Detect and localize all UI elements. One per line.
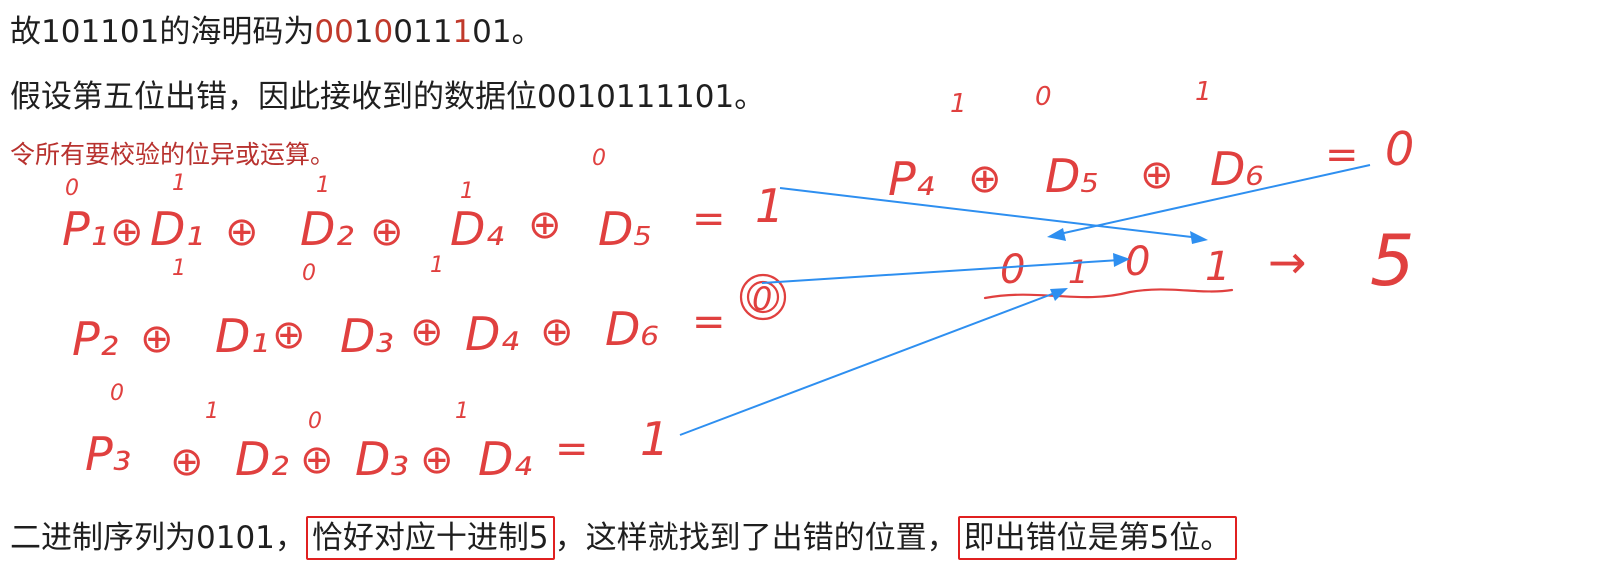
result-bit-3: 1: [1205, 244, 1230, 290]
eq2-term-3: ⊕: [272, 312, 306, 358]
handwritten-eq2: P₂ ⊕ D₁ ⊕ D₃ ⊕ D₄ ⊕ D₆ = 0 1 0 1: [72, 253, 787, 366]
result-decimal: 5: [1370, 220, 1415, 302]
handwritten-eq4: P₄ ⊕ D₅ ⊕ D₆ = 0 1 0 1: [888, 77, 1414, 206]
handwritten-result: 0 1 0 1 → 5: [983, 220, 1415, 302]
result-bit-0: 0: [1000, 247, 1025, 293]
arrow-eq3-to-result: [679, 290, 1061, 436]
arrowhead-3: [1050, 288, 1068, 301]
eq1-term-2: D₁: [150, 202, 204, 256]
eq1-term-0: P₁: [62, 202, 108, 256]
eq3-term-2: D₂: [235, 432, 289, 486]
eq3-term-0: P₃: [85, 427, 131, 481]
eq4-bit-1: 0: [1035, 82, 1052, 112]
eq1-bit-2: 1: [316, 173, 330, 198]
eq4-term-0: P₄: [888, 152, 934, 206]
eq3-bit-2: 0: [308, 409, 322, 434]
eq1-bit-4: 0: [592, 146, 606, 171]
eq3-term-6: D₄: [478, 432, 532, 486]
eq2-bit-1: 0: [302, 261, 316, 286]
eq3-bit-3: 1: [455, 399, 469, 424]
eq2-equals: =: [692, 299, 726, 345]
handwritten-eq3: P₃ ⊕ D₂ ⊕ D₃ ⊕ D₄ = 1 0 1 0 1: [85, 381, 669, 486]
eq3-equals: =: [555, 426, 589, 472]
eq2-term-1: ⊕: [140, 316, 174, 362]
eq2-term-8: D₆: [605, 302, 659, 356]
eq3-bit-0: 0: [110, 381, 124, 406]
eq1-bit-3: 1: [460, 179, 474, 204]
eq4-bit-2: 1: [1195, 77, 1212, 107]
result-arrow: →: [1268, 235, 1307, 289]
eq1-term-6: D₄: [450, 202, 504, 256]
eq2-bit-2: 1: [430, 253, 444, 278]
handwritten-eq1: P₁ ⊕ D₁ ⊕ D₂ ⊕ D₄ ⊕ D₅ = 1 0 1 1 1 0: [62, 146, 784, 256]
eq1-bit-1: 1: [172, 171, 186, 196]
eq4-result: 0: [1385, 122, 1414, 176]
arrowhead-4: [1047, 228, 1066, 241]
eq1-term-1: ⊕: [110, 209, 144, 255]
result-bit-2: 0: [1125, 239, 1150, 285]
eq4-bit-0: 1: [950, 89, 967, 119]
eq1-term-7: ⊕: [528, 202, 562, 248]
eq3-bit-1: 1: [205, 399, 219, 424]
eq3-term-3: ⊕: [300, 437, 334, 483]
result-bit-1: 1: [1068, 253, 1088, 291]
arrowhead-1: [1190, 231, 1208, 244]
eq3-result: 1: [640, 412, 669, 466]
eq1-equals: =: [692, 196, 726, 242]
handwriting-canvas: P₁ ⊕ D₁ ⊕ D₂ ⊕ D₄ ⊕ D₅ = 1 0 1 1 1 0 P₂ …: [62, 77, 1415, 486]
eq3-term-5: ⊕: [420, 437, 454, 483]
eq3-term-1: ⊕: [170, 439, 204, 485]
eq1-term-3: ⊕: [225, 209, 259, 255]
eq2-result: 0: [752, 280, 772, 318]
eq2-term-2: D₁: [215, 309, 269, 363]
eq1-result: 1: [755, 179, 784, 233]
eq4-term-4: D₆: [1210, 142, 1264, 196]
eq4-term-3: ⊕: [1140, 152, 1174, 198]
eq2-bit-0: 1: [172, 256, 186, 281]
eq2-term-6: D₄: [465, 307, 519, 361]
eq2-term-0: P₂: [72, 312, 118, 366]
eq1-term-8: D₅: [598, 202, 652, 256]
eq1-term-4: D₂: [300, 202, 354, 256]
eq4-term-2: D₅: [1045, 149, 1099, 203]
eq4-term-1: ⊕: [968, 156, 1002, 202]
eq1-term-5: ⊕: [370, 209, 404, 255]
eq3-term-4: D₃: [355, 432, 409, 486]
eq1-bit-0: 0: [65, 176, 79, 201]
arrow-eq2-to-result: [761, 259, 1121, 284]
eq2-term-4: D₃: [340, 309, 394, 363]
eq2-term-5: ⊕: [410, 309, 444, 355]
eq2-term-7: ⊕: [540, 309, 574, 355]
